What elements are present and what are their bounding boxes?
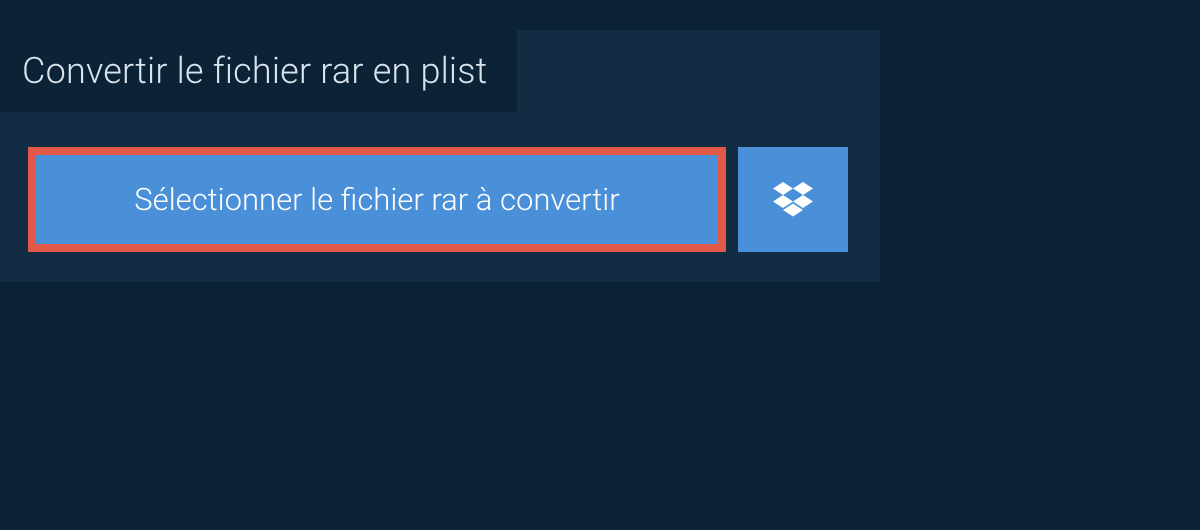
select-file-label: Sélectionner le fichier rar à convertir bbox=[134, 181, 619, 218]
converter-panel: Convertir le fichier rar en plist Sélect… bbox=[0, 30, 880, 282]
tab-header: Convertir le fichier rar en plist bbox=[0, 30, 517, 112]
dropbox-icon bbox=[773, 182, 813, 218]
select-file-button[interactable]: Sélectionner le fichier rar à convertir bbox=[28, 147, 726, 252]
button-row: Sélectionner le fichier rar à convertir bbox=[0, 112, 880, 252]
page-title: Convertir le fichier rar en plist bbox=[22, 50, 487, 92]
dropbox-button[interactable] bbox=[738, 147, 848, 252]
